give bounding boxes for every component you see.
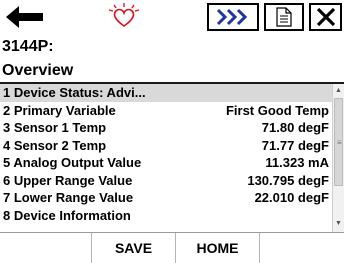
list-item-label: 3 Sensor 1 Temp — [3, 120, 107, 135]
page-title: Overview — [2, 62, 74, 79]
list-item-value: 11.323 mA — [265, 155, 329, 170]
home-button[interactable]: HOME — [176, 233, 260, 263]
list-item[interactable]: 5 Analog Output Value 11.323 mA — [0, 154, 332, 172]
toolbar — [0, 0, 344, 34]
list-item-label: 6 Upper Range Value — [3, 172, 133, 188]
list-item-label: 2 Primary Variable — [3, 102, 116, 118]
list-item[interactable]: 7 Lower Range Value 22.010 degF — [0, 189, 332, 207]
close-button[interactable] — [309, 3, 342, 31]
forward-button[interactable] — [207, 3, 259, 31]
device-tag: 3144P: — [2, 38, 54, 55]
bottom-bar: SAVE HOME — [0, 233, 344, 263]
device-alert-button[interactable] — [104, 2, 144, 32]
list-item-value: 71.77 degF — [261, 137, 329, 153]
list-item[interactable]: 4 Sensor 2 Temp 71.77 degF — [0, 137, 332, 155]
list-item-label: 8 Device Information — [3, 207, 131, 223]
list-item[interactable]: 6 Upper Range Value 130.795 degF — [0, 172, 332, 190]
list-item-value: 130.795 degF — [247, 172, 329, 188]
document-icon — [276, 7, 292, 27]
list-item[interactable]: 8 Device Information — [0, 207, 332, 225]
back-arrow-icon — [6, 6, 43, 28]
scrollbar-thumb[interactable]: ≡ — [334, 98, 343, 186]
list-item-value: First Good Temp — [225, 102, 329, 118]
save-button[interactable]: SAVE — [92, 233, 176, 263]
list-item-value: 22.010 degF — [254, 190, 329, 205]
close-icon — [316, 7, 335, 27]
document-button[interactable] — [264, 3, 304, 31]
list-item-label: 1 Device Status: Advi... — [3, 85, 146, 100]
grip-icon: ≡ — [337, 138, 342, 147]
soft-key-1[interactable] — [0, 233, 92, 263]
soft-key-4[interactable] — [260, 233, 344, 263]
list-item[interactable]: 3 Sensor 1 Temp 71.80 degF — [0, 119, 332, 137]
list-item-label: 7 Lower Range Value — [3, 190, 134, 205]
list-item-label: 5 Analog Output Value — [3, 155, 142, 170]
menu-list: 1 Device Status: Advi... 2 Primary Varia… — [0, 84, 333, 232]
list-scrollbar[interactable]: ▲ ≡ ▼ — [332, 84, 344, 232]
list-item-label: 4 Sensor 2 Temp — [3, 137, 107, 153]
back-button[interactable] — [4, 4, 46, 30]
list-item[interactable]: 2 Primary Variable First Good Temp — [0, 102, 332, 120]
fast-forward-icon — [216, 8, 248, 26]
scroll-up-icon[interactable]: ▲ — [333, 85, 344, 97]
heart-alert-icon — [108, 3, 140, 27]
scroll-down-icon[interactable]: ▼ — [333, 218, 344, 230]
list-item[interactable]: 1 Device Status: Advi... — [0, 84, 332, 102]
list-item-value: 71.80 degF — [261, 120, 329, 135]
